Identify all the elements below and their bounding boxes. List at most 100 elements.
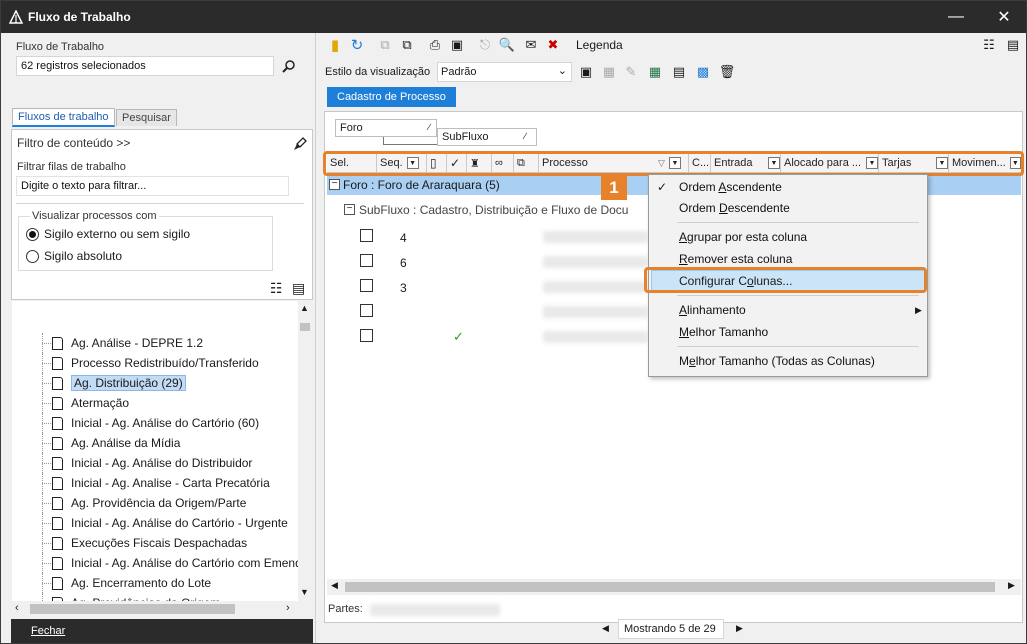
row-seq: 4: [400, 231, 407, 245]
partes-value-redacted: [370, 604, 500, 616]
tab-fluxos-de-trabalho[interactable]: Fluxos de trabalho: [12, 108, 115, 127]
scroll-right-icon[interactable]: ›: [286, 602, 290, 614]
scroll-thumb[interactable]: [345, 582, 995, 592]
table-row[interactable]: 4: [327, 227, 648, 247]
legend-button[interactable]: Legenda: [576, 38, 623, 52]
table-row[interactable]: ✓: [327, 327, 648, 347]
tree-item[interactable]: Ag. Análise - DEPRE 1.2: [12, 333, 203, 353]
table-row[interactable]: [327, 302, 648, 322]
collapse-icon[interactable]: −: [329, 179, 340, 190]
tree-item[interactable]: Inicial - Ag. Analise - Carta Precatória: [12, 473, 270, 493]
new-document-icon[interactable]: ▮: [326, 36, 344, 54]
minimize-button[interactable]: —: [933, 1, 979, 33]
zoom-document-icon[interactable]: 🔍: [498, 36, 516, 54]
menu-item-melhor-tamanho[interactable]: Melhor Tamanho: [679, 325, 768, 339]
tree-item[interactable]: Processo Redistribuído/Transferido: [12, 353, 259, 373]
close-button[interactable]: Fechar: [11, 619, 313, 643]
tree-item[interactable]: Ag. Providência da Origem/Parte: [12, 493, 246, 513]
previous-page-button[interactable]: ◀: [602, 623, 609, 634]
report-icon[interactable]: ▤: [670, 63, 688, 81]
scroll-right-icon[interactable]: ▶: [1008, 580, 1015, 591]
tree-expand-icon[interactable]: ☷: [980, 36, 998, 54]
tree-item[interactable]: Inicial - Ag. Análise do Cartório (60): [12, 413, 259, 433]
view-style-select[interactable]: Padrão ⌄: [437, 62, 572, 82]
next-page-button[interactable]: ▶: [736, 623, 743, 634]
print-icon[interactable]: ⎙: [426, 36, 444, 54]
tree-item[interactable]: Inicial - Ag. Análise do Cartório com Em…: [12, 553, 298, 573]
row-checkbox[interactable]: [360, 329, 373, 342]
menu-item-ordem-descendente[interactable]: Ordem Descendente: [679, 201, 790, 215]
content-filter-toggle[interactable]: Filtro de conteúdo >>: [17, 136, 130, 150]
edit-view-disabled-icon: ✎: [625, 64, 637, 79]
title-bar: Fluxo de Trabalho — ✕: [1, 1, 1026, 33]
row-seq: 3: [400, 281, 407, 295]
export-disabled-icon: ⎋: [479, 37, 491, 52]
tree-item[interactable]: Inicial - Ag. Análise do Cartório - Urge…: [12, 513, 288, 533]
remove-comment-icon[interactable]: ✖: [544, 36, 562, 54]
radio-label: Sigilo absoluto: [44, 249, 123, 263]
tree-item-label: Processo Redistribuído/Transferido: [71, 356, 259, 370]
grid-horizontal-scrollbar[interactable]: ◀ ▶: [327, 579, 1021, 595]
filter-queues-input[interactable]: Digite o texto para filtrar...: [16, 176, 289, 196]
settings-panel-icon[interactable]: ▩: [694, 63, 712, 81]
scroll-left-icon[interactable]: ◀: [331, 580, 338, 591]
menu-item-melhor-tamanho-todas[interactable]: Melhor Tamanho (Todas as Colunas): [679, 354, 875, 368]
table-row[interactable]: 6: [327, 252, 648, 272]
tree-item[interactable]: Inicial - Ag. Análise do Distribuidor: [12, 453, 252, 473]
radio-selected-icon: [26, 227, 39, 241]
tab-pesquisar[interactable]: Pesquisar: [116, 109, 177, 126]
collapse-icon[interactable]: −: [344, 204, 355, 215]
tree-toolbar: ☷ ▤: [11, 277, 313, 299]
window-title: Fluxo de Trabalho: [28, 10, 131, 24]
document-icon: [52, 576, 63, 590]
search-icon[interactable]: [282, 59, 296, 73]
tree-vertical-scrollbar[interactable]: ▲ ▼: [298, 301, 312, 601]
scroll-down-icon[interactable]: ▼: [300, 587, 309, 597]
tree-item[interactable]: Ag. Providências da Origem: [12, 593, 220, 601]
brush-icon[interactable]: [292, 136, 308, 152]
save-view-icon[interactable]: ▣: [577, 63, 595, 81]
menu-item-ordem-ascendente[interactable]: Ordem Ascendente: [679, 180, 782, 194]
process-number-redacted: [543, 256, 648, 268]
visualize-label: Visualizar processos com: [30, 210, 159, 222]
group-row-subfluxo[interactable]: − SubFluxo : Cadastro, Distribuição e Fl…: [327, 200, 657, 220]
scroll-up-icon[interactable]: ▲: [300, 303, 309, 313]
comment-icon[interactable]: ✉: [522, 36, 540, 54]
table-row[interactable]: 3: [327, 277, 648, 297]
document-icon: [52, 356, 63, 370]
tree-horizontal-scrollbar[interactable]: ‹ ›: [12, 601, 298, 617]
refresh-icon[interactable]: ↻: [348, 36, 366, 54]
tree-line: [42, 523, 51, 524]
row-checkbox[interactable]: [360, 229, 373, 242]
row-checkbox[interactable]: [360, 254, 373, 267]
row-checkbox[interactable]: [360, 279, 373, 292]
group-box-subfluxo[interactable]: SubFluxo ∕: [437, 128, 537, 146]
tree-line: [42, 463, 51, 464]
row-checkbox[interactable]: [360, 304, 373, 317]
scroll-thumb[interactable]: [300, 323, 310, 331]
duplicate-icon[interactable]: ⧉: [398, 36, 416, 54]
excel-export-icon[interactable]: ▦: [646, 63, 664, 81]
trash-icon[interactable]: 🗑: [718, 63, 736, 81]
menu-item-remover[interactable]: Remover esta coluna: [679, 252, 792, 266]
tree-collapse-icon[interactable]: ▤: [1004, 36, 1022, 54]
scroll-thumb[interactable]: [30, 604, 235, 614]
tree-item[interactable]: Atermação: [12, 393, 129, 413]
tab-cadastro-de-processo[interactable]: Cadastro de Processo: [327, 87, 456, 107]
tree-item[interactable]: Ag. Análise da Mídia: [12, 433, 180, 453]
collapse-tree-icon[interactable]: ▤: [292, 280, 305, 297]
expand-tree-icon[interactable]: ☷: [270, 280, 283, 297]
group-box-foro[interactable]: Foro ∕: [335, 119, 437, 137]
tree-item[interactable]: Ag. Encerramento do Lote: [12, 573, 211, 593]
tree-item[interactable]: Execuções Fiscais Despachadas: [12, 533, 247, 553]
selected-records-field[interactable]: 62 registros selecionados: [16, 56, 274, 76]
document-icon: [52, 556, 63, 570]
menu-item-agrupar[interactable]: Agrupar por esta coluna: [679, 230, 807, 244]
save-to-disk-icon[interactable]: ▣: [448, 36, 466, 54]
scroll-left-icon[interactable]: ‹: [15, 602, 19, 614]
menu-item-alinhamento[interactable]: Alinhamento: [679, 303, 746, 317]
close-window-button[interactable]: ✕: [981, 1, 1027, 33]
tree-item[interactable]: Ag. Distribuição (29): [12, 373, 186, 393]
radio-external-secrecy[interactable]: Sigilo externo ou sem sigilo: [26, 227, 190, 241]
radio-absolute-secrecy[interactable]: Sigilo absoluto: [26, 249, 122, 263]
